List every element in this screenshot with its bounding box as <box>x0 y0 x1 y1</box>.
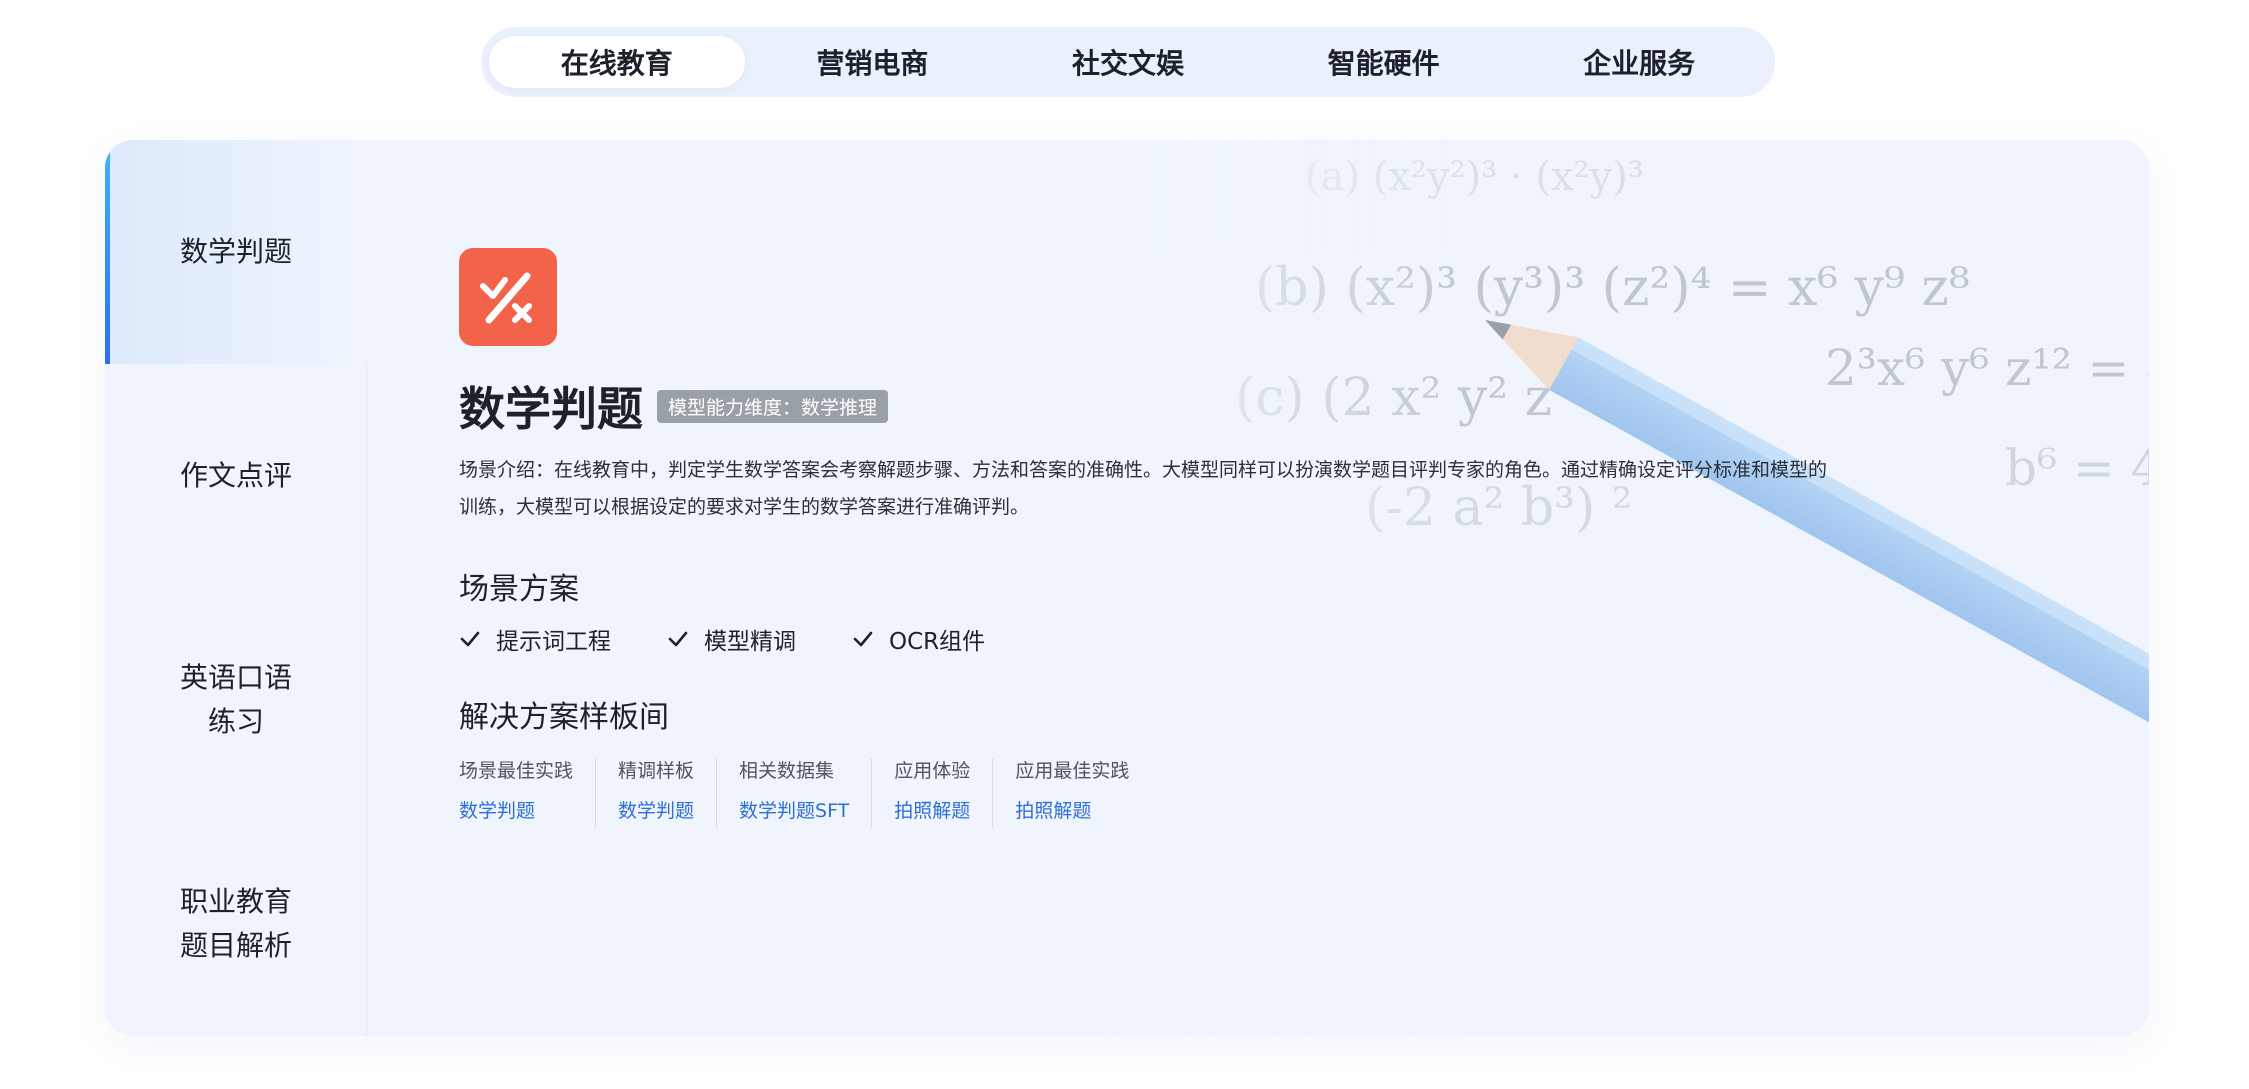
feature-label: 提示词工程 <box>496 629 611 655</box>
percent-check-icon <box>459 248 557 346</box>
feature-item: 模型精调 <box>667 622 796 656</box>
feature-item: 提示词工程 <box>459 622 611 656</box>
resource-column: 相关数据集 数学判题SFT <box>716 758 871 828</box>
check-icon <box>853 631 873 647</box>
resource-label: 应用最佳实践 <box>1015 760 1130 782</box>
scenario-sidebar: 数学判题 作文点评 英语口语练习 职业教育题目解析 <box>105 140 367 1036</box>
resource-label: 相关数据集 <box>739 760 835 782</box>
tab-smart-hardware[interactable]: 智能硬件 <box>1256 36 1512 88</box>
tab-enterprise-service[interactable]: 企业服务 <box>1511 36 1767 88</box>
resource-column: 应用最佳实践 拍照解题 <box>992 758 1151 828</box>
resource-link[interactable]: 拍照解题 <box>1015 798 1129 824</box>
resource-column: 应用体验 拍照解题 <box>871 758 992 828</box>
page-title: 数学判题 <box>459 382 643 436</box>
resource-column: 场景最佳实践 数学判题 <box>459 758 595 828</box>
scenario-description: 场景介绍：在线教育中，判定学生数学答案会考察解题步骤、方法和答案的准确性。大模型… <box>459 459 1828 518</box>
tab-social-entertainment[interactable]: 社交文娱 <box>1000 36 1256 88</box>
resource-column: 精调样板 数学判题 <box>595 758 716 828</box>
sidebar-item-essay-review[interactable]: 作文点评 <box>105 364 367 588</box>
feature-label: 模型精调 <box>704 629 796 655</box>
sidebar-item-label: 作文点评 <box>179 459 292 492</box>
feature-list: 提示词工程 模型精调 OCR组件 <box>459 622 1041 656</box>
check-icon <box>460 631 480 647</box>
sidebar-item-english-speaking[interactable]: 英语口语练习 <box>105 588 367 812</box>
tab-marketing-ecommerce[interactable]: 营销电商 <box>745 36 1001 88</box>
resource-link[interactable]: 拍照解题 <box>894 798 970 824</box>
solution-resources: 场景最佳实践 数学判题 精调样板 数学判题 相关数据集 数学判题SFT 应用体验… <box>459 758 1151 828</box>
resource-label: 场景最佳实践 <box>459 760 574 782</box>
check-icon <box>668 631 688 647</box>
sidebar-item-math-grading[interactable]: 数学判题 <box>105 140 367 364</box>
title-row: 数学判题 模型能力维度：数学推理 <box>459 373 889 439</box>
scenario-card: (a) (x²y²)³ · (x²y)³ (b) (x²)³ (y³)³ (z²… <box>105 140 2149 1036</box>
feature-item: OCR组件 <box>852 622 985 656</box>
category-tabbar: 在线教育 营销电商 社交文娱 智能硬件 企业服务 <box>481 27 1775 97</box>
sidebar-item-vocational-analysis[interactable]: 职业教育题目解析 <box>105 812 367 1036</box>
sidebar-item-label: 职业教育题目解析 <box>179 885 292 962</box>
resource-link[interactable]: 数学判题 <box>618 798 694 824</box>
resource-label: 应用体验 <box>894 760 971 782</box>
scenario-section-title: 场景方案 <box>459 572 579 607</box>
scenario-content: 数学判题 模型能力维度：数学推理 场景介绍：在线教育中，判定学生数学答案会考察解… <box>459 140 2059 1036</box>
page: 在线教育 营销电商 社交文娱 智能硬件 企业服务 (a) (x²y²)³ · (… <box>0 0 2249 1089</box>
sidebar-item-label: 数学判题 <box>179 235 292 268</box>
feature-label: OCR组件 <box>889 629 986 655</box>
solutions-section-title: 解决方案样板间 <box>459 700 669 735</box>
resource-label: 精调样板 <box>618 760 695 782</box>
resource-link[interactable]: 数学判题 <box>459 798 573 824</box>
tab-online-education[interactable]: 在线教育 <box>489 36 745 88</box>
sidebar-item-label: 英语口语练习 <box>179 661 292 738</box>
capability-badge: 模型能力维度：数学推理 <box>657 389 889 423</box>
resource-link[interactable]: 数学判题SFT <box>739 798 849 824</box>
